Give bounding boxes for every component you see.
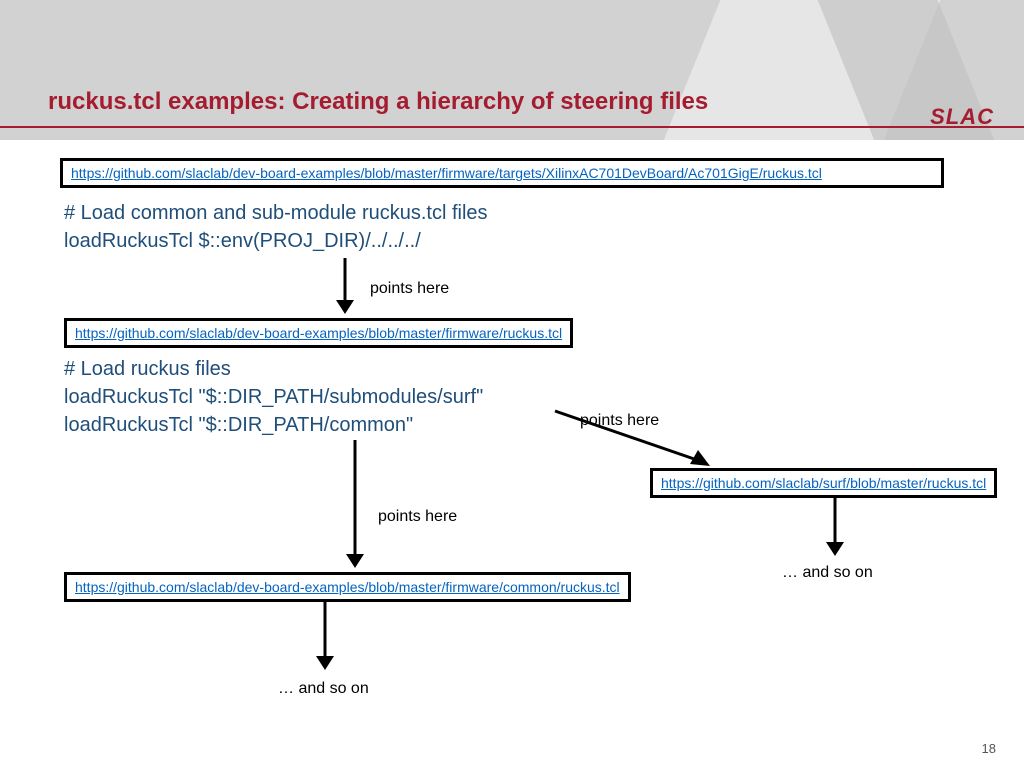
link-box-3[interactable]: https://github.com/slaclab/surf/blob/mas… — [650, 468, 997, 498]
code-line-3: loadRuckusTcl "$::DIR_PATH/common" — [64, 414, 413, 437]
code-line-1: loadRuckusTcl $::env(PROJ_DIR)/../../../ — [64, 230, 421, 253]
page-number: 18 — [982, 741, 996, 756]
slide-content: https://github.com/slaclab/dev-board-exa… — [0, 150, 1024, 768]
link-box-4[interactable]: https://github.com/slaclab/dev-board-exa… — [64, 572, 631, 602]
arrow-down-icon — [340, 440, 370, 570]
code-line-2: loadRuckusTcl "$::DIR_PATH/submodules/su… — [64, 386, 483, 409]
slide-title: ruckus.tcl examples: Creating a hierarch… — [48, 88, 708, 116]
code-comment-1: # Load common and sub-module ruckus.tcl … — [64, 202, 488, 225]
link-box-1[interactable]: https://github.com/slaclab/dev-board-exa… — [60, 158, 944, 188]
title-underline — [0, 126, 1024, 128]
code-comment-2: # Load ruckus files — [64, 358, 231, 381]
annotation-points-here-2: points here — [580, 412, 659, 430]
link-box-2[interactable]: https://github.com/slaclab/dev-board-exa… — [64, 318, 573, 348]
and-so-on-1: … and so on — [782, 564, 873, 582]
arrow-down-icon — [310, 602, 340, 672]
annotation-points-here-3: points here — [378, 508, 457, 526]
annotation-points-here-1: points here — [370, 280, 449, 298]
header-band — [0, 0, 1024, 140]
slac-logo: SLAC — [930, 104, 994, 130]
arrow-down-icon — [820, 498, 850, 558]
and-so-on-2: … and so on — [278, 680, 369, 698]
arrow-down-icon — [330, 258, 360, 316]
